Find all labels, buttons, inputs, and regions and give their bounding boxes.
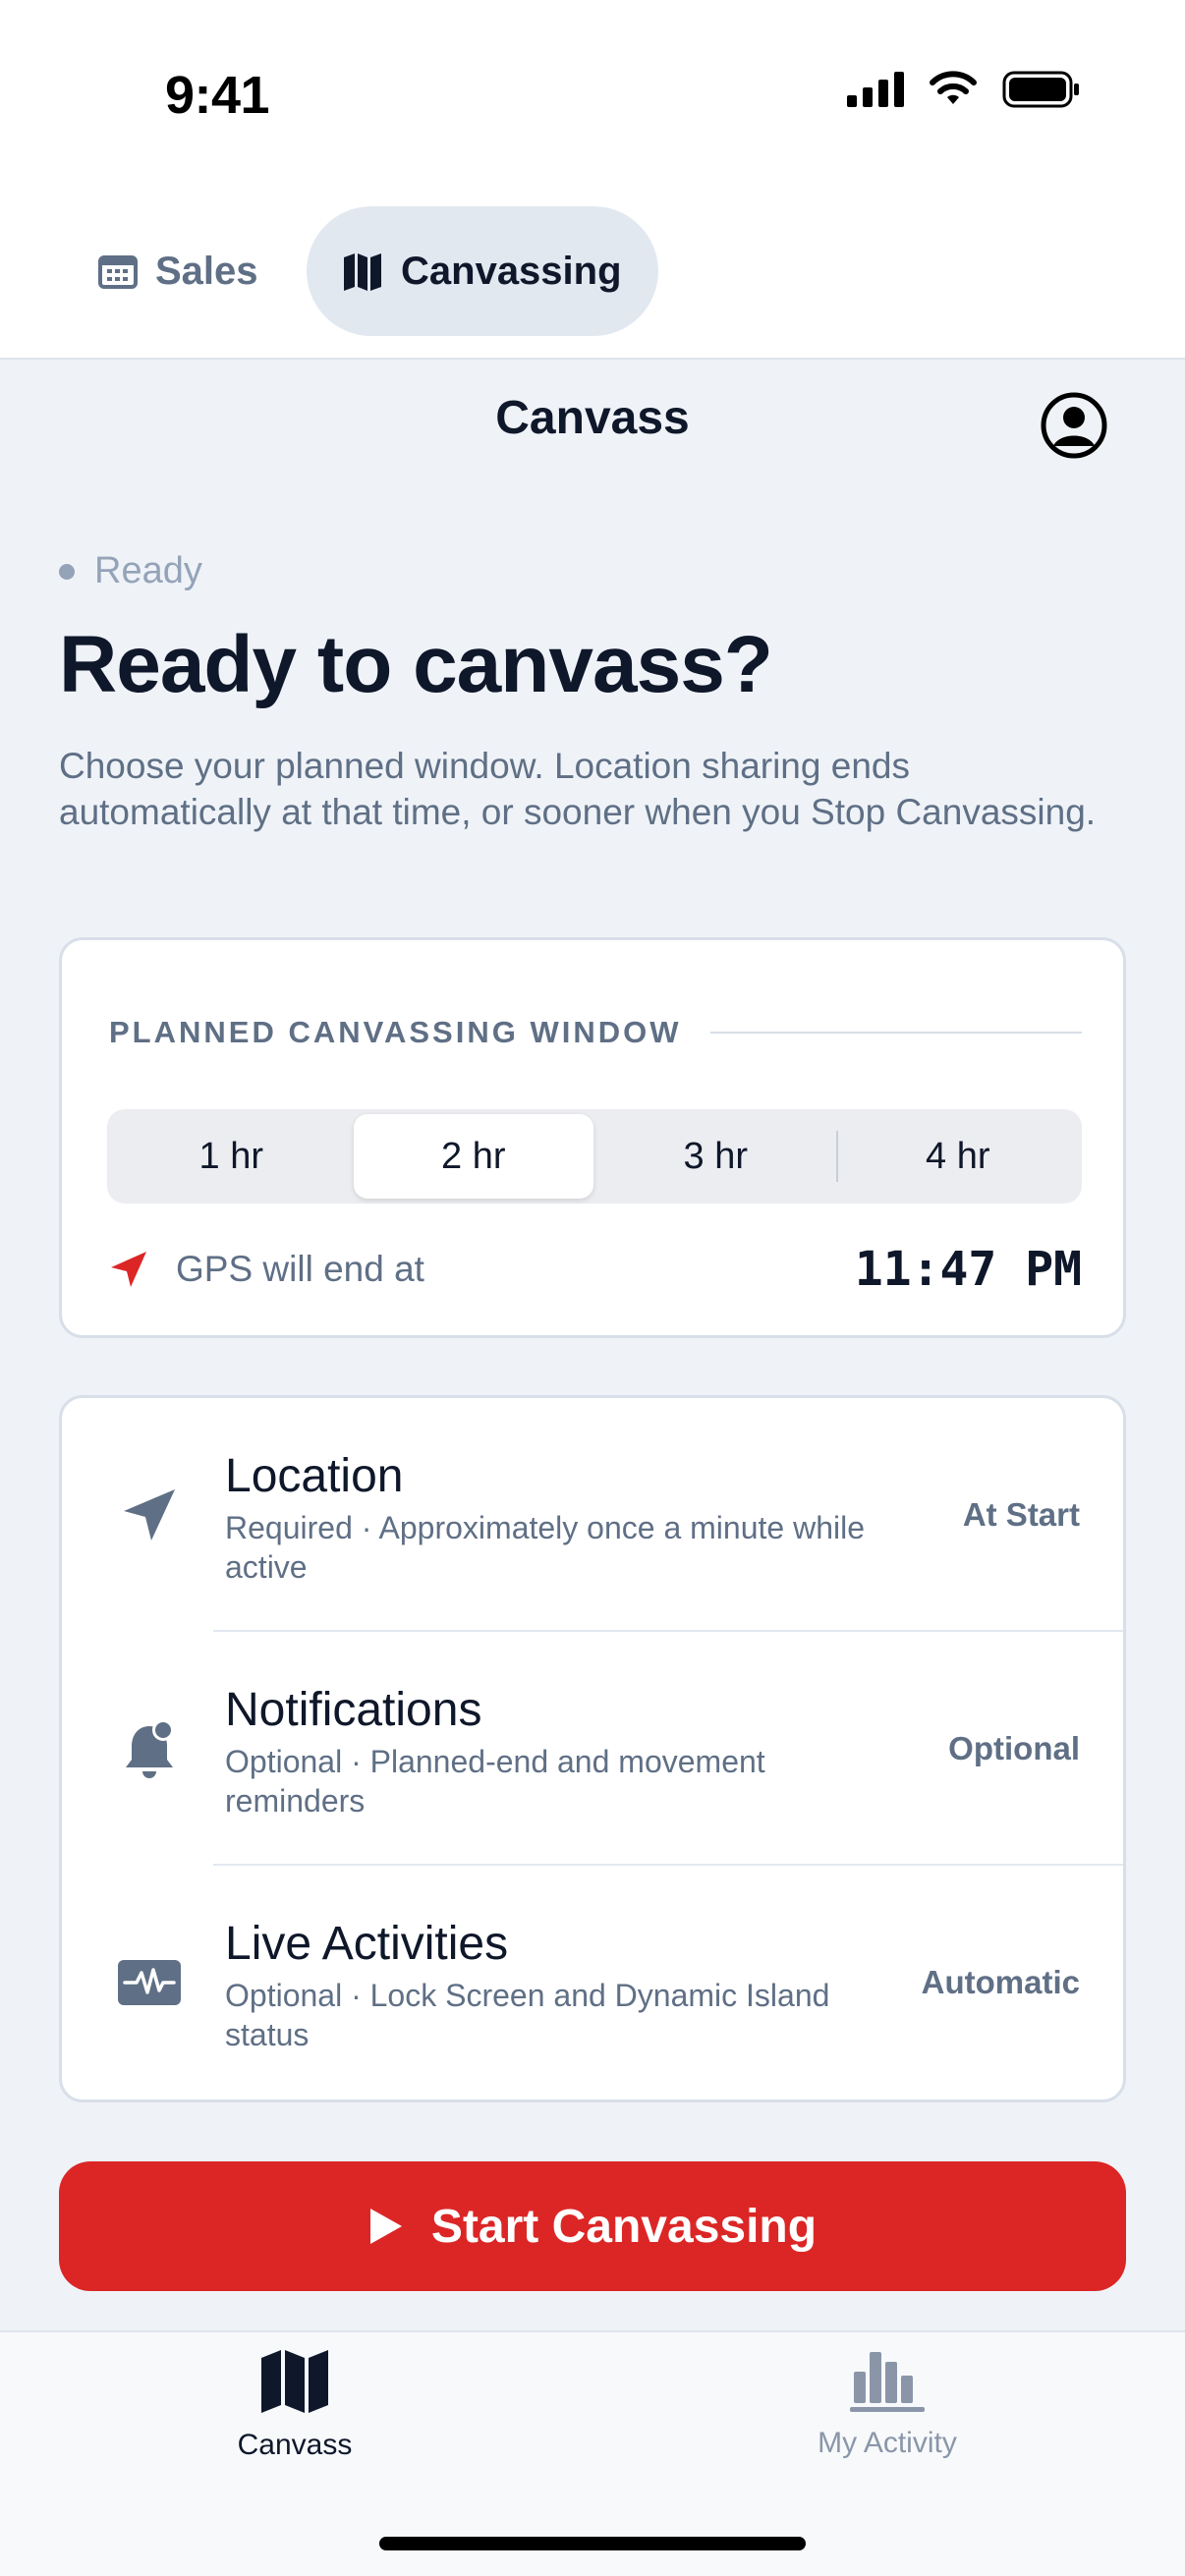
permission-subtitle: Optional · Lock Screen and Dynamic Islan… [225,1978,830,2052]
permission-status: Optional [948,1730,1080,1766]
tab-canvassing[interactable]: Canvassing [307,206,658,336]
section-rule [710,1032,1082,1034]
segment-2hr[interactable]: 2 hr [353,1114,593,1199]
permission-status: Automatic [921,1964,1080,2000]
status-time: 9:41 [165,66,270,125]
segment-3hr[interactable]: 3 hr [595,1114,836,1199]
tab-canvassing-label: Canvassing [401,249,622,293]
wifi-icon [930,71,977,104]
tab-my-activity-label: My Activity [818,2427,957,2459]
status-indicator: Ready [59,550,202,592]
bar-chart-icon [850,2352,925,2412]
segment-1hr[interactable]: 1 hr [111,1114,352,1199]
section-header: PLANNED CANVASSING WINDOW [109,1015,1082,1050]
start-canvassing-button[interactable]: Start Canvassing [59,2161,1126,2291]
gps-end-row: GPS will end at 11:47 PM [109,1235,1082,1304]
waveform-card-icon [115,1948,184,2017]
canvass-screen: 9:41 Sales Canvassing Canvass Ready Read… [0,0,1185,2576]
status-dot [59,563,75,580]
permission-title: Location [225,1450,404,1502]
permission-subtitle: Required · Approximately once a minute w… [225,1510,865,1585]
mode-tabs: Sales Canvassing [0,196,1185,360]
status-text: Ready [94,550,202,591]
cellular-signal-icon [847,72,904,107]
location-arrow-icon [111,1252,146,1287]
tab-canvass[interactable]: Canvass [147,2348,442,2462]
person-circle-icon [1041,392,1107,459]
gps-end-time: 11:47 PM [854,1242,1082,1297]
permission-title: Live Activities [225,1918,509,1970]
description: Choose your planned window. Location sha… [59,746,1097,832]
tab-canvass-label: Canvass [237,2429,353,2461]
tab-sales[interactable]: Sales [98,206,258,336]
permission-row-notifications[interactable]: Notifications Optional · Planned-end and… [62,1632,1123,1866]
page-title: Canvass [495,392,690,444]
permission-row-live-activities[interactable]: Live Activities Optional · Lock Screen a… [62,1866,1123,2100]
bell-badge-icon [115,1714,184,1783]
status-icons [847,71,1081,108]
section-label: PLANNED CANVASSING WINDOW [109,1015,682,1049]
battery-icon [1002,71,1079,108]
permission-subtitle: Optional · Planned-end and movement remi… [225,1744,765,1819]
permissions-card: Location Required · Approximately once a… [59,1395,1126,2102]
start-button-label: Start Canvassing [430,2200,818,2253]
map-icon [344,253,381,291]
permission-row-location[interactable]: Location Required · Approximately once a… [62,1398,1123,1632]
home-indicator [379,2537,806,2550]
map-icon [261,2350,328,2413]
play-icon [369,2209,402,2244]
permission-title: Notifications [225,1684,482,1736]
headline: Ready to canvass? [59,620,773,709]
tab-my-activity[interactable]: My Activity [740,2348,1035,2460]
status-bar: 9:41 [0,0,1185,196]
tab-sales-label: Sales [155,249,258,293]
planned-window-card: PLANNED CANVASSING WINDOW 1 hr 2 hr 3 hr… [59,937,1126,1338]
segment-4hr[interactable]: 4 hr [838,1114,1079,1199]
location-arrow-icon [115,1481,184,1549]
permission-status: At Start [962,1496,1080,1533]
duration-segmented-control: 1 hr 2 hr 3 hr 4 hr [107,1109,1082,1204]
profile-button[interactable] [1040,391,1108,460]
calendar-icon [98,255,138,289]
gps-end-label: GPS will end at [176,1249,424,1289]
